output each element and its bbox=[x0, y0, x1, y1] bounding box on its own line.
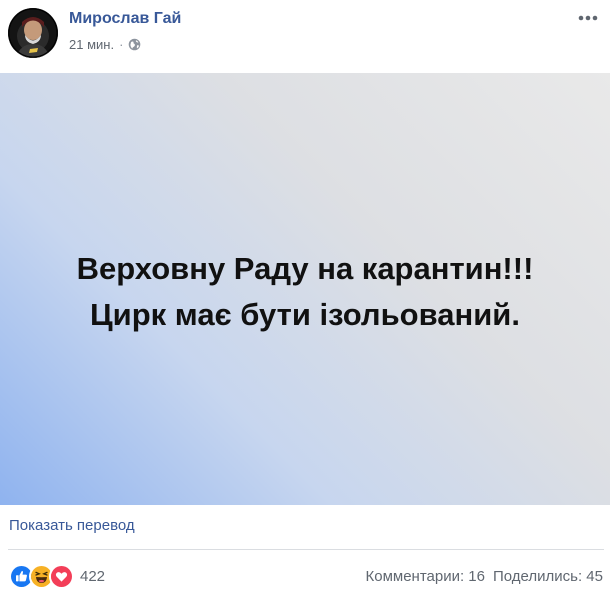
post-timestamp[interactable]: 21 мин. bbox=[69, 37, 114, 52]
author-name[interactable]: Мирослав Гай bbox=[69, 10, 181, 28]
post-meta: 21 мин. · bbox=[69, 37, 141, 52]
reactions-summary[interactable]: 422 bbox=[9, 563, 105, 589]
avatar-image bbox=[8, 8, 58, 58]
engagement-counts: Комментарии: 16 Поделились: 45 bbox=[366, 568, 604, 585]
post-header: Мирослав Гай 21 мин. · bbox=[0, 0, 610, 72]
post-text: Верховну Раду на карантин!!! Цирк має бу… bbox=[76, 251, 534, 332]
reaction-count[interactable]: 422 bbox=[80, 568, 105, 585]
avatar[interactable] bbox=[8, 8, 58, 58]
post-card: Мирослав Гай 21 мин. · Верховну Раду на … bbox=[0, 0, 610, 600]
meta-separator: · bbox=[119, 37, 124, 52]
globe-icon[interactable] bbox=[128, 38, 141, 51]
post-text-background[interactable]: Верховну Раду на карантин!!! Цирк має бу… bbox=[0, 73, 610, 505]
counts-gap bbox=[485, 568, 493, 585]
show-translation-link[interactable]: Показать перевод bbox=[9, 517, 135, 534]
love-icon bbox=[49, 563, 74, 589]
shares-count[interactable]: Поделились: 45 bbox=[493, 568, 603, 585]
divider bbox=[8, 549, 604, 550]
comments-count[interactable]: Комментарии: 16 bbox=[366, 568, 486, 585]
more-dots-icon[interactable] bbox=[574, 8, 602, 28]
